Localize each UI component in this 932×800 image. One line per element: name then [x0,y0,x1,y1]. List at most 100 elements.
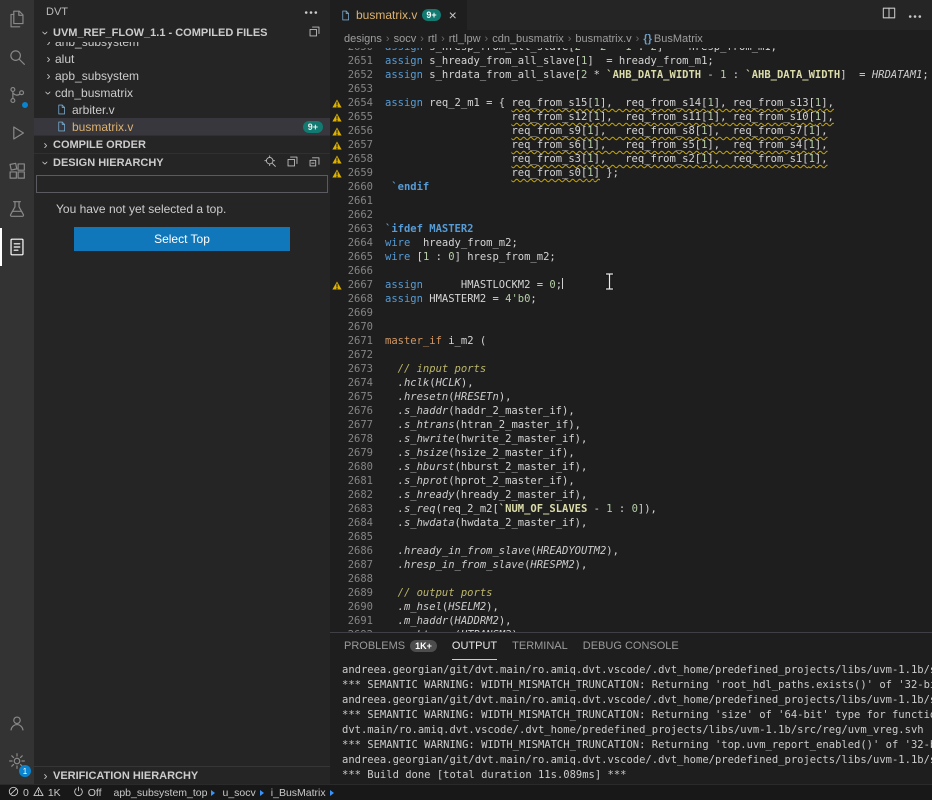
code-line[interactable]: 2663`ifdef MASTER2 [330,222,932,236]
code-line[interactable]: 2681 .s_hprot(hprot_2_master_if), [330,474,932,488]
code-line[interactable]: 2673 // input ports [330,362,932,376]
account-icon[interactable] [0,704,34,742]
code-line[interactable]: 2674 .hclk(HCLK), [330,376,932,390]
code-line[interactable]: 2679 .s_hsize(hsize_2_master_if), [330,446,932,460]
select-top-button[interactable]: Select Top [74,227,290,251]
design-scope-status[interactable]: apb_subsystem_top u_socv i_BusMatrix [114,787,341,799]
code-line[interactable]: 2684 .s_hwdata(hwdata_2_master_if), [330,516,932,530]
code-line[interactable]: 2665wire [1 : 0] hresp_from_m2; [330,250,932,264]
code-line[interactable]: 2691 .m_haddr(HADDRM2), [330,614,932,628]
code-token: s_hresp_from_all_slave[ [423,48,575,53]
problems-status[interactable]: 0 1K [8,786,61,800]
breadcrumb-item[interactable]: rtl [428,33,437,45]
breadcrumb-item[interactable]: cdn_busmatrix [492,33,564,45]
code-line[interactable]: 2685 [330,530,932,544]
code-line[interactable]: 2654assign req_2_m1 = { req_from_s15[1],… [330,96,932,110]
code-line[interactable]: 2652assign s_hrdata_from_all_slave[2 * `… [330,68,932,82]
collapse-all-icon[interactable] [308,25,321,41]
code-line[interactable]: 2677 .s_htrans(htran_2_master_if), [330,418,932,432]
split-editor-icon[interactable] [882,6,896,25]
code-line[interactable]: 2669 [330,306,932,320]
search-icon[interactable] [0,38,34,76]
code-line[interactable]: 2682 .s_hready(hready_2_master_if), [330,488,932,502]
panel-tab-terminal[interactable]: TERMINAL [512,633,568,660]
code-line[interactable]: 2678 .s_hwrite(hwrite_2_master_if), [330,432,932,446]
tree-item-ahb_subsystem[interactable]: ›ahb_subsystem [34,42,330,50]
source-control-icon[interactable] [0,76,34,114]
gutter [330,572,343,586]
code-line[interactable]: 2666 [330,264,932,278]
tree-item-busmatrix-v[interactable]: busmatrix.v9+ [34,118,330,135]
panel-tab-problems[interactable]: PROBLEMS1K+ [344,633,437,660]
tree-item-alut[interactable]: ›alut [34,50,330,67]
code-line[interactable]: 2680 .s_hburst(hburst_2_master_if), [330,460,932,474]
line-number: 2668 [343,292,373,306]
close-tab-icon[interactable]: × [449,7,457,23]
code-line[interactable]: 2656 req_from_s9[1], req_from_s8[1], req… [330,124,932,138]
testing-icon[interactable] [0,190,34,228]
tab-busmatrix[interactable]: busmatrix.v 9+ × [330,0,467,30]
dvt-view-icon[interactable] [0,228,34,266]
code-line[interactable]: 2662 [330,208,932,222]
panel-tab-output[interactable]: OUTPUT [452,633,497,660]
more-actions-icon[interactable] [908,6,922,24]
code-line[interactable]: 2687 .hresp_in_from_slave(HRESPM2), [330,558,932,572]
extensions-icon[interactable] [0,152,34,190]
section-design-hierarchy[interactable]: › DESIGN HIERARCHY [34,153,330,171]
code-line[interactable]: 2670 [330,320,932,334]
breadcrumb-item[interactable]: socv [394,33,417,45]
panel-tab-debug-console[interactable]: DEBUG CONSOLE [583,633,679,660]
breadcrumb-symbol[interactable]: {}BusMatrix [643,33,702,45]
code-line[interactable]: 2686 .hready_in_from_slave(HREADYOUTM2), [330,544,932,558]
scope-breadcrumb-item[interactable]: u_socv [222,787,255,799]
gutter [330,390,343,404]
code-line[interactable]: 2668assign HMASTERM2 = 4'b0; [330,292,932,306]
collapse-all-icon[interactable] [308,155,321,171]
code-text: req_from_s6[1], req_from_s5[1], req_from… [373,138,828,152]
code-line[interactable]: 2653 [330,82,932,96]
code-line[interactable]: 2658 req_from_s3[1], req_from_s2[1], req… [330,152,932,166]
code-line[interactable]: 2689 // output ports [330,586,932,600]
code-line[interactable]: 2657 req_from_s6[1], req_from_s5[1], req… [330,138,932,152]
code-line[interactable]: 2676 .s_haddr(haddr_2_master_if), [330,404,932,418]
code-token: .s_htrans [385,419,455,431]
section-compile-order[interactable]: › COMPILE ORDER [34,135,330,153]
code-editor[interactable]: 2650assign s_hresp_from_all_slave[2 * 2 … [330,48,932,632]
code-line[interactable]: 2672 [330,348,932,362]
tree-item-cdn_busmatrix[interactable]: ›cdn_busmatrix [34,84,330,101]
status-bar: 0 1K Off apb_subsystem_top u_socv i_BusMat… [0,784,932,800]
code-token: .m_hsel [385,601,442,613]
run-debug-icon[interactable] [0,114,34,152]
code-line[interactable]: 2659 req_from_s0[1] }; [330,166,932,180]
code-line[interactable]: 2671master_if i_m2 ( [330,334,932,348]
code-line[interactable]: 2651assign s_hready_from_all_slave[1] = … [330,54,932,68]
breadcrumb-item[interactable]: designs [344,33,382,45]
section-verification-hierarchy[interactable]: › VERIFICATION HIERARCHY [34,766,330,784]
code-line[interactable]: 2664wire hready_from_m2; [330,236,932,250]
code-line[interactable]: 2675 .hresetn(HRESETn), [330,390,932,404]
scope-breadcrumb-item[interactable]: apb_subsystem_top [114,787,208,799]
more-actions-icon[interactable] [304,6,318,18]
tree-item-apb_subsystem[interactable]: ›apb_subsystem [34,67,330,84]
code-line[interactable]: 2690 .m_hsel(HSELM2), [330,600,932,614]
scope-breadcrumb-item[interactable]: i_BusMatrix [271,787,326,799]
dvt-mode-status[interactable]: Off [73,786,102,800]
code-line[interactable]: 2688 [330,572,932,586]
code-line[interactable]: 2655 req_from_s12[1], req_from_s11[1], r… [330,110,932,124]
select-top-icon[interactable] [264,155,277,171]
code-line[interactable]: 2660 `endif [330,180,932,194]
breadcrumb-item[interactable]: busmatrix.v [575,33,631,45]
code-line[interactable]: 2683 .s_req(req_2_m2[`NUM_OF_SLAVES - 1 … [330,502,932,516]
line-number: 2657 [343,138,373,152]
explorer-icon[interactable] [0,0,34,38]
tree-item-label: arbiter.v [72,103,115,117]
code-line[interactable]: 2667assign HMASTLOCKM2 = 0; [330,278,932,292]
output-content[interactable]: andreea.georgian/git/dvt.main/ro.amiq.dv… [330,660,932,784]
section-compiled-files[interactable]: › UVM_REF_FLOW_1.1 - COMPILED FILES [34,24,330,42]
code-line[interactable]: 2661 [330,194,932,208]
open-in-editor-icon[interactable] [286,155,299,171]
settings-gear-icon[interactable]: 1 [0,742,34,780]
code-token: (hwdata_2_master_if), [455,517,588,529]
tree-item-arbiter-v[interactable]: arbiter.v [34,101,330,118]
breadcrumb-item[interactable]: rtl_lpw [449,33,481,45]
